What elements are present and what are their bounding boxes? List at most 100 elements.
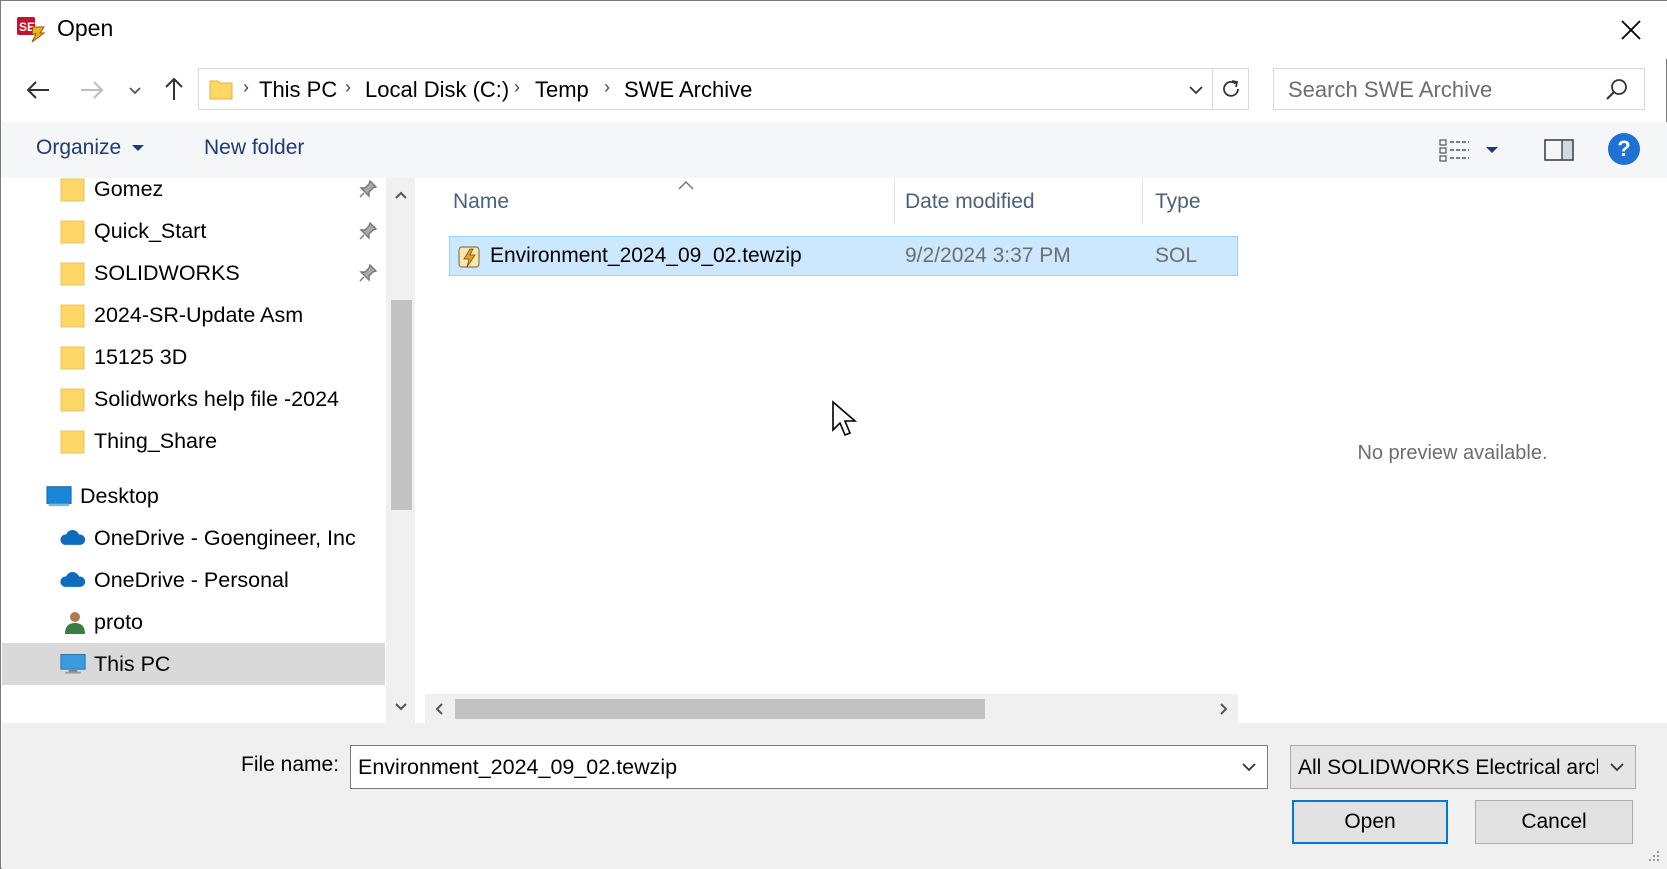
sidebar-item-2024-sr-update-asm[interactable]: 2024-SR-Update Asm	[2, 294, 385, 336]
forward-button[interactable]	[75, 73, 109, 107]
open-button[interactable]: Open	[1292, 800, 1448, 844]
pin-icon	[359, 221, 378, 240]
sidebar-item-desktop[interactable]: Desktop	[2, 475, 385, 517]
folder-icon	[60, 220, 85, 244]
sidebar-item-label: Gomez	[94, 178, 164, 201]
file-name-dropdown-button[interactable]	[1235, 752, 1263, 782]
sidebar-item-label: Quick_Start	[94, 219, 207, 243]
folder-icon	[60, 430, 85, 454]
sidebar-item-label: Solidworks help file -2024	[94, 387, 339, 411]
sidebar-item-onedrive-personal[interactable]: OneDrive - Personal	[2, 559, 385, 601]
folder-icon	[209, 77, 233, 101]
help-button[interactable]: ?	[1608, 133, 1640, 165]
details-view-icon	[1439, 139, 1469, 162]
title-bar: SE Open	[1, 1, 1667, 59]
scroll-up-button[interactable]	[386, 182, 415, 208]
up-button[interactable]	[157, 71, 191, 107]
preview-message: No preview available.	[1357, 442, 1548, 464]
preview-pane: No preview available.	[1238, 178, 1667, 723]
scroll-left-button[interactable]	[425, 694, 453, 723]
file-type-select[interactable]: All SOLIDWORKS Electrical arch	[1290, 745, 1636, 789]
column-divider[interactable]	[894, 178, 895, 224]
sidebar-item-proto[interactable]: proto	[2, 601, 385, 643]
close-icon	[1621, 20, 1641, 40]
file-date-cell: 9/2/2024 3:37 PM	[905, 244, 1071, 267]
folder-icon	[60, 304, 85, 328]
chevron-down-icon	[129, 87, 141, 95]
sidebar-item-label: Thing_Share	[94, 429, 218, 453]
column-header-date-modified[interactable]: Date modified	[905, 190, 1035, 214]
search-box[interactable]	[1273, 68, 1645, 110]
file-type-dropdown-button[interactable]	[1603, 752, 1631, 782]
sidebar-item-label: SOLIDWORKS	[94, 261, 240, 285]
breadcrumb-local-disk[interactable]: Local Disk (C:)	[365, 77, 509, 103]
sidebar-item-label: 2024-SR-Update Asm	[94, 303, 304, 327]
sidebar-item-label: 15125 3D	[94, 345, 188, 369]
sidebar-item-thing-share[interactable]: Thing_Share	[2, 420, 385, 462]
sidebar-item-solidworks-help-file[interactable]: Solidworks help file -2024	[2, 378, 385, 420]
user-icon	[65, 612, 85, 634]
scroll-right-button[interactable]	[1210, 694, 1238, 723]
computer-icon	[60, 654, 86, 674]
close-button[interactable]	[1609, 9, 1653, 51]
scroll-thumb[interactable]	[455, 699, 985, 719]
refresh-button[interactable]	[1212, 69, 1249, 109]
folder-icon	[60, 178, 85, 202]
sidebar-item-solidworks[interactable]: SOLIDWORKS	[2, 252, 385, 294]
caret-down-icon	[1486, 147, 1498, 153]
sidebar-item-onedrive-goengineer[interactable]: OneDrive - Goengineer, Inc	[2, 517, 385, 559]
breadcrumb-separator: ›	[514, 77, 520, 97]
scroll-thumb[interactable]	[391, 300, 412, 510]
file-selection-footer: File name: All SOLIDWORKS Electrical arc…	[2, 723, 1667, 869]
cloud-icon	[60, 572, 86, 587]
mouse-cursor-icon	[832, 400, 857, 437]
file-row[interactable]: Environment_2024_09_02.tewzip 9/2/2024 3…	[449, 236, 1238, 276]
change-view-button[interactable]	[1439, 134, 1509, 166]
column-divider[interactable]	[1142, 178, 1143, 224]
cancel-button[interactable]: Cancel	[1475, 800, 1633, 844]
file-list: Name Date modified Type Environment_2024…	[425, 178, 1238, 723]
horizontal-scrollbar[interactable]	[425, 694, 1238, 723]
file-name-label: File name:	[241, 753, 340, 776]
resize-grip-icon[interactable]	[1645, 847, 1661, 863]
search-input[interactable]	[1288, 77, 1588, 103]
sort-ascending-icon	[678, 180, 694, 190]
search-icon	[1604, 77, 1630, 103]
archive-file-icon	[456, 243, 484, 271]
folder-icon	[60, 346, 85, 370]
breadcrumb-temp[interactable]: Temp	[535, 77, 589, 103]
breadcrumb-this-pc[interactable]: This PC	[259, 77, 337, 103]
chevron-up-icon	[394, 191, 407, 199]
desktop-icon	[46, 486, 72, 507]
pin-icon	[359, 179, 378, 198]
column-header-name[interactable]: Name	[453, 190, 509, 214]
navigation-scrollbar[interactable]	[386, 178, 415, 723]
cloud-icon	[60, 530, 86, 545]
sidebar-item-gomez[interactable]: Gomez	[2, 178, 385, 210]
address-history-dropdown[interactable]	[1181, 73, 1211, 107]
address-bar[interactable]: › This PC › Local Disk (C:) › Temp › SWE…	[198, 68, 1249, 110]
new-folder-button[interactable]: New folder	[204, 136, 304, 160]
scroll-down-button[interactable]	[386, 694, 415, 720]
sidebar-item-15125-3d[interactable]: 15125 3D	[2, 336, 385, 378]
chevron-down-icon	[1242, 763, 1256, 772]
refresh-icon	[1223, 80, 1239, 97]
file-name-input[interactable]	[358, 755, 1218, 780]
sidebar-item-quick-start[interactable]: Quick_Start	[2, 210, 385, 252]
back-button[interactable]	[21, 73, 55, 107]
breadcrumb-separator: ›	[345, 77, 351, 97]
file-type-cell: SOL	[1155, 244, 1198, 267]
file-name-combobox[interactable]	[350, 745, 1268, 789]
column-header-type[interactable]: Type	[1155, 190, 1238, 214]
chevron-right-icon	[1220, 702, 1228, 715]
pin-icon	[359, 263, 378, 282]
preview-pane-button[interactable]	[1542, 134, 1576, 166]
sidebar-item-this-pc[interactable]: This PC	[2, 643, 385, 685]
sidebar-item-label: Desktop	[80, 484, 159, 508]
recent-locations-button[interactable]	[123, 77, 147, 105]
organize-button[interactable]: Organize	[36, 136, 145, 160]
file-type-value: All SOLIDWORKS Electrical arch	[1298, 756, 1598, 779]
folder-icon	[60, 388, 85, 412]
breadcrumb-swe-archive[interactable]: SWE Archive	[624, 77, 752, 103]
chevron-down-icon	[1189, 86, 1203, 95]
